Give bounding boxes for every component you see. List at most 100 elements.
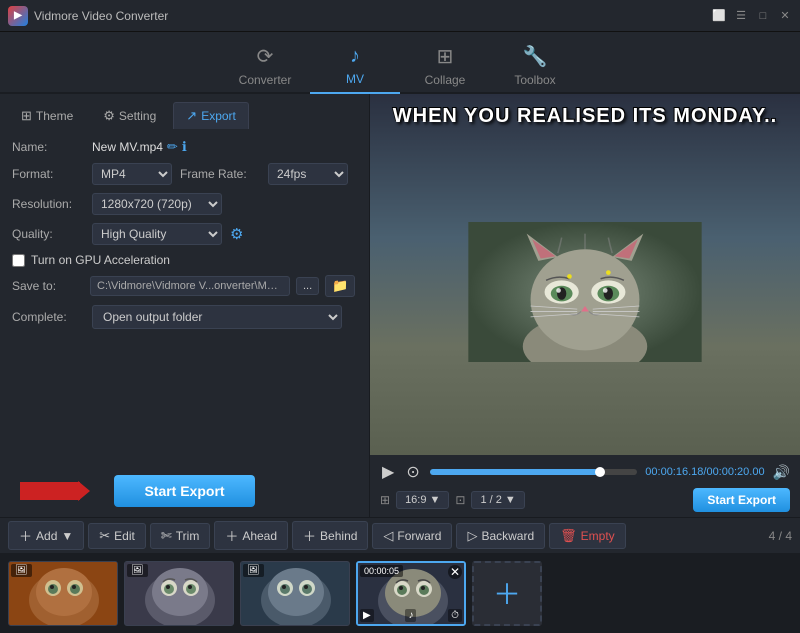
edit-icon: ✂ — [99, 528, 110, 544]
ahead-button[interactable]: ＋ Ahead — [214, 521, 288, 550]
framerate-select[interactable]: 24fps — [268, 163, 348, 185]
converter-icon: ⟳ — [257, 44, 274, 69]
progress-bar[interactable] — [430, 469, 638, 475]
mv-icon: ♪ — [350, 45, 360, 68]
save-folder-button[interactable]: 📁 — [325, 275, 355, 297]
ratio-button[interactable]: 16:9 ▼ — [396, 491, 449, 509]
controls-row1: ▶ ⊙ 00:00:16.18/00:00:20.00 🔊 — [380, 460, 790, 484]
name-value: New MV.mp4 ✏ ℹ — [92, 139, 187, 155]
thumbnail-strip: 🖼 🖼 — [0, 553, 800, 633]
add-thumbnail-button[interactable]: ＋ — [472, 561, 542, 626]
progress-handle[interactable] — [595, 467, 605, 477]
forward-icon: ◁ — [383, 528, 393, 544]
clip-label: 1 / 2 — [480, 494, 501, 506]
start-export-small-button[interactable]: Start Export — [693, 488, 790, 512]
clip-icon: ⊡ — [455, 493, 465, 507]
bottom-section: ＋ Add ▼ ✂ Edit ✄ Trim ＋ Ahead ＋ Behind ◁… — [0, 517, 800, 633]
sub-tabs: ⊞ Theme ⚙ Setting ↗ Export — [0, 94, 369, 129]
backward-button[interactable]: ▷ Backward — [456, 523, 545, 549]
clip-arrow: ▼ — [505, 494, 516, 506]
quality-settings-icon[interactable]: ⚙ — [230, 225, 243, 243]
sub-tab-setting[interactable]: ⚙ Setting — [90, 102, 169, 129]
thumb-1-overlay: 🖼 — [11, 564, 32, 577]
trim-icon: ✄ — [161, 528, 172, 544]
edit-name-icon[interactable]: ✏ — [167, 139, 178, 155]
sub-tab-theme[interactable]: ⊞ Theme — [8, 102, 86, 129]
behind-icon: ＋ — [303, 526, 316, 545]
tab-mv[interactable]: ♪ MV — [310, 38, 400, 94]
complete-select[interactable]: Open output folder — [92, 305, 342, 329]
format-select[interactable]: MP4 — [92, 163, 172, 185]
thumb-4-play[interactable]: ▶ — [360, 609, 374, 622]
play-button[interactable]: ▶ — [380, 460, 396, 484]
sub-tab-theme-label: Theme — [36, 109, 73, 123]
sub-tab-setting-label: Setting — [119, 109, 156, 123]
trim-button[interactable]: ✄ Trim — [150, 523, 210, 549]
add-label: Add — [36, 529, 57, 543]
tab-toolbox[interactable]: 🔧 Toolbox — [490, 38, 580, 94]
name-label: Name: — [12, 140, 84, 154]
count-badge: 4 / 4 — [769, 529, 792, 543]
toolbox-icon: 🔧 — [523, 44, 548, 69]
tab-toolbox-label: Toolbox — [514, 73, 555, 87]
edit-button[interactable]: ✂ Edit — [88, 523, 146, 549]
collage-icon: ⊞ — [437, 44, 454, 69]
add-button[interactable]: ＋ Add ▼ — [8, 521, 84, 550]
export-form: Name: New MV.mp4 ✏ ℹ Format: MP4 Frame R… — [0, 129, 369, 455]
tab-converter-label: Converter — [239, 73, 292, 87]
empty-button[interactable]: 🗑 Empty — [549, 523, 626, 549]
edit-label: Edit — [114, 529, 135, 543]
thumbnail-2[interactable]: 🖼 — [124, 561, 234, 626]
add-arrow: ▼ — [61, 529, 73, 543]
tab-converter[interactable]: ⟳ Converter — [220, 38, 310, 94]
thumbnail-3[interactable]: 🖼 — [240, 561, 350, 626]
controls-row2-left: ⊞ 16:9 ▼ ⊡ 1 / 2 ▼ — [380, 491, 525, 509]
trim-label: Trim — [176, 529, 200, 543]
app-title: Vidmore Video Converter — [34, 9, 168, 23]
tab-collage-label: Collage — [425, 73, 466, 87]
save-more-button[interactable]: ... — [296, 277, 319, 295]
video-controls: ▶ ⊙ 00:00:16.18/00:00:20.00 🔊 ⊞ 16:9 ▼ ⊡ — [370, 455, 800, 517]
right-panel: WHEN YOU REALISED ITS MONDAY.. — [370, 94, 800, 517]
empty-label: Empty — [581, 529, 615, 543]
resolution-label: Resolution: — [12, 197, 84, 211]
thumb-4-clock[interactable]: ⏱ — [448, 609, 462, 622]
add-thumbnail-icon: ＋ — [493, 573, 521, 613]
close-button[interactable]: ✕ — [778, 9, 792, 23]
thumb-4-close[interactable]: ✕ — [448, 565, 462, 579]
backward-label: Backward — [481, 529, 534, 543]
gpu-row: Turn on GPU Acceleration — [12, 253, 357, 267]
start-export-button[interactable]: Start Export — [114, 475, 254, 507]
clip-button[interactable]: 1 / 2 ▼ — [471, 491, 524, 509]
tab-collage[interactable]: ⊞ Collage — [400, 38, 490, 94]
thumb-2-overlay: 🖼 — [127, 564, 148, 577]
thumb-1-icon: 🖼 — [15, 565, 28, 576]
settings-button[interactable]: ☰ — [734, 9, 748, 23]
thumbnail-4[interactable]: 00:00:05 ✕ ▶ ♪ ⏱ — [356, 561, 466, 626]
minimize-button[interactable]: ⬜ — [712, 9, 726, 23]
video-preview: WHEN YOU REALISED ITS MONDAY.. — [370, 94, 800, 455]
resolution-row: Resolution: 1280x720 (720p) — [12, 193, 357, 215]
progress-fill — [430, 469, 600, 475]
thumb-4-music[interactable]: ♪ — [405, 609, 416, 622]
thumb-3-icon: 🖼 — [247, 565, 260, 576]
forward-button[interactable]: ◁ Forward — [372, 523, 452, 549]
resolution-icon: ⊞ — [380, 493, 390, 507]
quality-select[interactable]: High Quality — [92, 223, 222, 245]
format-framerate-row: Format: MP4 Frame Rate: 24fps — [12, 163, 357, 185]
bottom-toolbar: ＋ Add ▼ ✂ Edit ✄ Trim ＋ Ahead ＋ Behind ◁… — [0, 517, 800, 553]
volume-icon[interactable]: 🔊 — [773, 464, 790, 481]
theme-icon: ⊞ — [21, 108, 32, 124]
behind-label: Behind — [320, 529, 357, 543]
add-icon: ＋ — [19, 526, 32, 545]
gpu-checkbox[interactable] — [12, 254, 25, 267]
backward-icon: ▷ — [467, 528, 477, 544]
behind-button[interactable]: ＋ Behind — [292, 521, 368, 550]
resolution-select[interactable]: 1280x720 (720p) — [92, 193, 222, 215]
thumbnail-1[interactable]: 🖼 — [8, 561, 118, 626]
info-icon[interactable]: ℹ — [182, 139, 187, 155]
time-display: 00:00:16.18/00:00:20.00 — [645, 466, 764, 478]
snapshot-button[interactable]: ⊙ — [404, 460, 421, 484]
maximize-button[interactable]: □ — [756, 9, 770, 23]
sub-tab-export[interactable]: ↗ Export — [173, 102, 249, 129]
